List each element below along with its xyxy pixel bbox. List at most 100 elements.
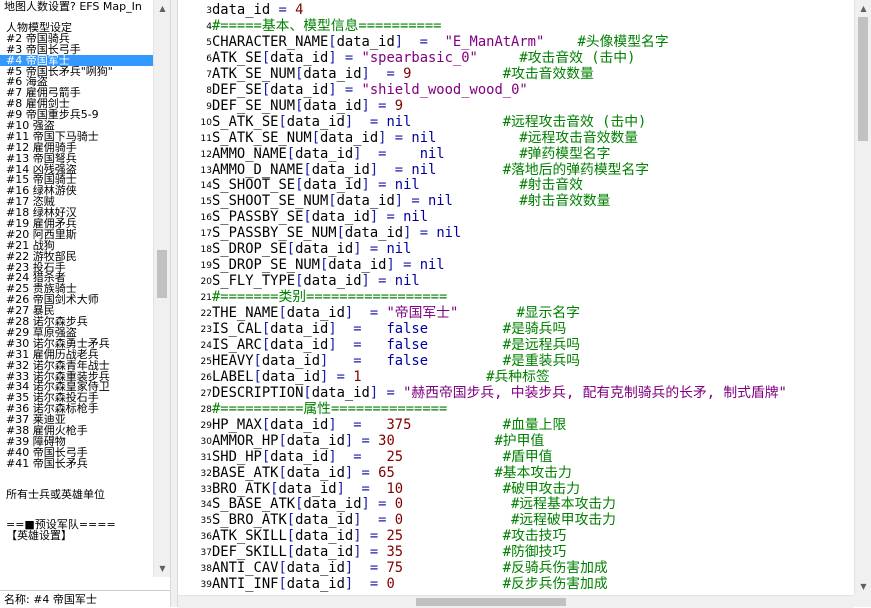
unit-list-item[interactable]: #8 雇佣剑士 [0,98,153,109]
code-line[interactable]: 27DESCRIPTION[data_id] = "赫西帝国步兵, 中装步兵, … [178,385,854,401]
code-token: data_id [286,113,345,130]
code-line[interactable]: 32BASE_ATK[data_id] = 65 #基本攻击力 [178,465,854,481]
code-line[interactable]: 7ATK_SE_NUM[data_id] = 9 #攻击音效数量 [178,66,854,82]
code-token: DEF_SE [212,81,262,98]
unit-list-item[interactable]: #16 绿林游侠 [0,185,153,196]
unit-list-item[interactable]: #32 诺尔森青年战士 [0,360,153,371]
code-line[interactable]: 14S_SHOOT_SE[data_id] = nil #射击音效 [178,177,854,193]
unit-list-item[interactable]: #10 强盗 [0,120,153,131]
code-line[interactable]: 3data_id = 4 [178,2,854,18]
unit-list-item[interactable]: #20 阿西里斯 [0,229,153,240]
unit-list-item[interactable]: #27 暴民 [0,305,153,316]
unit-list-item[interactable]: #37 莱迪亚 [0,414,153,425]
unit-list-item[interactable]: #36 诺尔森标枪手 [0,403,153,414]
unit-list-item[interactable]: #31 雇佣历战老兵 [0,349,153,360]
unit-list-item[interactable]: #39 障碍物 [0,436,153,447]
unit-list-item[interactable]: #13 帝国弩兵 [0,153,153,164]
left-scrollbar-thumb[interactable] [157,249,167,298]
code-line[interactable]: 24IS_ARC[data_id] = false #是远程兵吗 [178,337,854,353]
unit-list-item[interactable]: #26 帝国剑术大师 [0,294,153,305]
unit-list-item[interactable]: #29 草原强盗 [0,327,153,338]
code-line[interactable]: 19S_DROP_SE_NUM[data_id] = nil [178,257,854,273]
unit-list-item[interactable]: #21 战狗 [0,240,153,251]
code-line[interactable]: 5CHARACTER_NAME[data_id] = "E_ManAtArm" … [178,34,854,50]
unit-list-item[interactable]: #11 帝国下马骑士 [0,131,153,142]
code-line[interactable]: 22THE_NAME[data_id] = "帝国军士" #显示名字 [178,305,854,321]
code-line[interactable]: 38ANTI_CAV[data_id] = 75 #反骑兵伤害加成 [178,560,854,576]
code-line[interactable]: 36ATK_SKILL[data_id] = 25 #攻击技巧 [178,528,854,544]
code-line[interactable]: 18S_DROP_SE[data_id] = nil [178,241,854,257]
pane-splitter[interactable] [170,0,178,607]
unit-list-item[interactable]: #12 雇佣骑手 [0,142,153,153]
code-line[interactable]: 16S_PASSBY_SE[data_id] = nil [178,209,854,225]
code-line[interactable]: 31SHD_HP[data_id] = 25 #盾甲值 [178,449,854,465]
code-line[interactable]: 23IS_CAL[data_id] = false #是骑兵吗 [178,321,854,337]
left-scrollbar[interactable]: ▲ ▼ [153,0,171,577]
code-line[interactable]: 30AMMOR_HP[data_id] = 30 #护甲值 [178,433,854,449]
unit-list-item[interactable]: #9 帝国重步兵5-9 [0,109,153,120]
unit-list-item[interactable]: #24 猎杀者 [0,272,153,284]
code-line[interactable]: 29HP_MAX[data_id] = 375 #血量上限 [178,417,854,433]
code-line[interactable]: 25HEAVY[data_id] = false #是重装兵吗 [178,353,854,369]
code-editor[interactable]: 3data_id = 4 4#=====基本、模型信息========== 5CHA… [178,0,854,595]
scroll-up-arrow-icon[interactable]: ▲ [154,0,171,17]
unit-list-item[interactable]: #14 凶残强盗 [0,164,153,175]
unit-list-item[interactable]: #35 诺尔森投石手 [0,392,153,403]
code-line[interactable]: 33BRO_ATK[data_id] = 10 #破甲攻击力 [178,481,854,497]
unit-list-item[interactable]: #41 帝国长矛兵 [0,458,153,469]
unit-list-item[interactable]: #2 帝国骑兵 [0,33,153,44]
code-line[interactable]: 6ATK_SE[data_id] = "spearbasic_0" #攻击音效 … [178,50,854,66]
unit-list-item[interactable]: #3 帝国长弓手 [0,44,153,55]
code-line[interactable]: 8DEF_SE[data_id] = "shield_wood_wood_0" [178,82,854,98]
unit-list-item[interactable]: #19 雇佣矛兵 [0,218,153,229]
code-line[interactable]: 11S_ATK_SE_NUM[data_id] = nil #远程攻击音效数量 [178,130,854,146]
unit-list-item[interactable]: #28 诺尔森步兵 [0,316,153,327]
code-line[interactable]: 13AMMO_D_NAME[data_id] = nil #落地后的弹药模型名字 [178,162,854,178]
unit-list-item[interactable]: 所有士兵或英雄单位 [0,489,153,500]
code-line[interactable]: 4#=====基本、模型信息========== [178,18,854,34]
code-line[interactable]: 17S_PASSBY_SE_NUM[data_id] = nil [178,225,854,241]
unit-list-item[interactable]: #17 恣贼 [0,196,153,207]
code-line[interactable]: 9DEF_SE_NUM[data_id] = 9 [178,98,854,114]
scroll-up-arrow-icon[interactable]: ▲ [855,0,871,17]
scroll-down-arrow-icon[interactable]: ▼ [154,560,171,577]
unit-list-item[interactable]: #23 投石手 [0,262,153,273]
code-line[interactable]: 28#==========属性============== [178,401,854,417]
unit-list-item[interactable]: #15 帝国骑士 [0,174,153,186]
code-text: S_BASE_ATK[data_id] = 0 #远程基本攻击力 [212,496,616,512]
code-line[interactable]: 34S_BASE_ATK[data_id] = 0 #远程基本攻击力 [178,496,854,512]
unit-list-item[interactable]: 人物模型设定 [0,22,153,33]
unit-list-item[interactable]: #7 雇佣弓箭手 [0,87,153,98]
unit-list-item[interactable]: #5 帝国长矛兵"咧狗" [0,66,153,77]
scroll-down-arrow-icon[interactable]: ▼ [855,578,871,595]
editor-hscroll-thumb[interactable] [416,598,567,606]
code-line[interactable]: 39ANTI_INF[data_id] = 0 #反步兵伤害加成 [178,576,854,592]
unit-list-item[interactable]: #33 诺尔森重装步兵 [0,371,153,382]
editor-scrollbar-thumb[interactable] [858,17,868,141]
code-line[interactable]: 15S_SHOOT_SE_NUM[data_id] = nil #射击音效数量 [178,193,854,209]
editor-vertical-scrollbar[interactable]: ▲ ▼ [854,0,871,595]
unit-list-item[interactable]: #18 绿林好汉 [0,207,153,218]
code-line[interactable]: 20S_FLY_TYPE[data_id] = nil [178,273,854,289]
code-text: AMMO_NAME[data_id] = nil #弹药模型名字 [212,146,610,162]
unit-list-item[interactable]: #4 帝国军士 [0,54,153,66]
code-line[interactable]: 26LABEL[data_id] = 1 #兵种标签 [178,369,854,385]
code-line[interactable]: 35S_BRO_ATK[data_id] = 0 #远程破甲攻击力 [178,512,854,528]
unit-list[interactable]: 人物模型设定 #2 帝国骑兵 #3 帝国长弓手 #4 帝国军士 #5 帝国长矛兵"咧狗"… [0,22,153,577]
unit-list-item[interactable]: #22 游牧部民 [0,251,153,262]
code-line[interactable]: 37DEF_SKILL[data_id] = 35 #防御技巧 [178,544,854,560]
code-token: ] = [344,305,387,322]
unit-list-item[interactable]: #40 帝国长弓手 [0,447,153,458]
code-line[interactable]: 10S_ATK_SE[data_id] = nil #远程攻击音效 (击中) [178,114,854,130]
unit-list-item[interactable]: #25 贵族骑士 [0,283,153,294]
unit-list-item[interactable]: #30 诺尔森勇士矛兵 [0,338,153,349]
unit-list-item[interactable]: #34 诺尔森皇家侍卫 [0,381,153,392]
unit-list-item[interactable]: 【英雄设置】 [0,530,153,541]
unit-list-item[interactable]: #38 雇佣火枪手 [0,425,153,436]
code-line[interactable]: 21#=======类别================= [178,289,854,305]
unit-list-item[interactable]: #6 海盗 [0,76,153,88]
unit-list-item[interactable]: ==■预设军队==== [0,519,153,530]
editor-horizontal-scrollbar[interactable] [178,595,854,608]
code-line[interactable]: 12AMMO_NAME[data_id] = nil #弹药模型名字 [178,146,854,162]
